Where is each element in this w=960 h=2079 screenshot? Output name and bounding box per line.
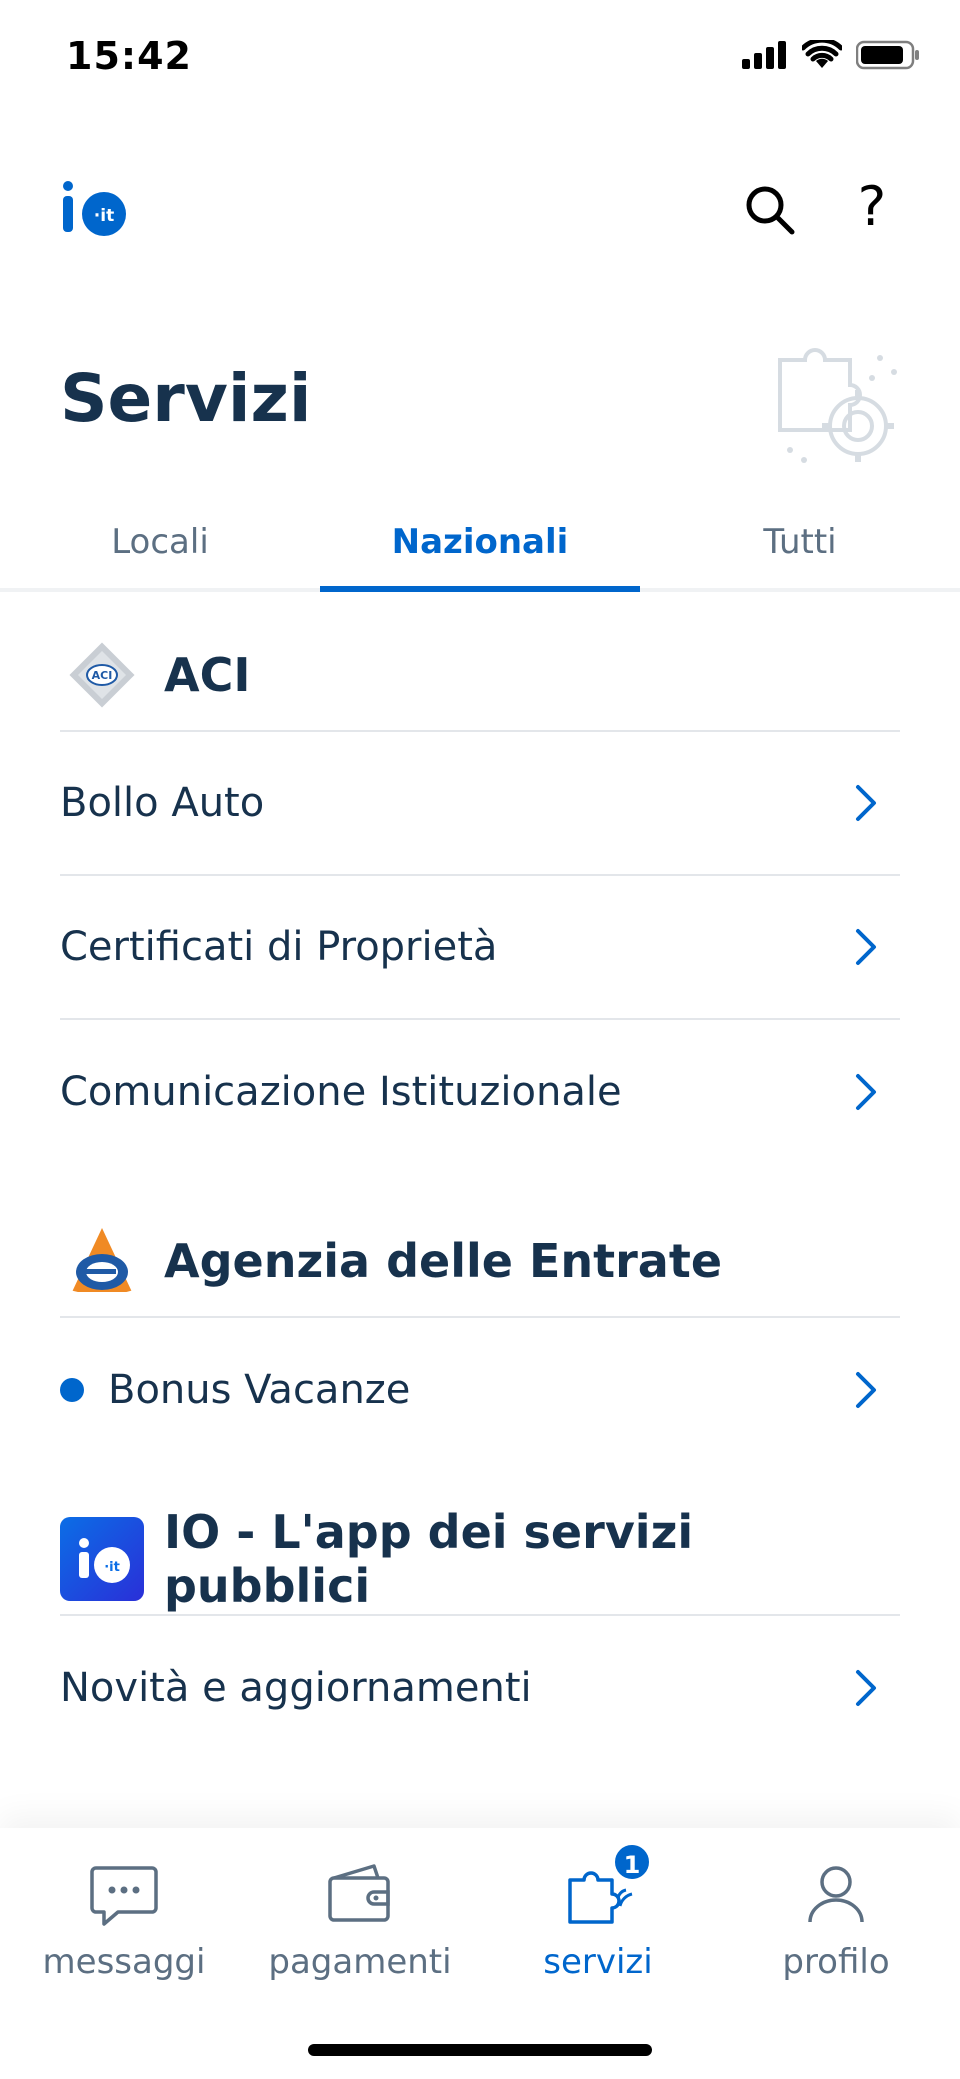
page-title: Servizi — [60, 360, 312, 437]
service-novita-aggiornamenti[interactable]: Novità e aggiornamenti — [60, 1616, 900, 1760]
status-icons — [742, 40, 920, 70]
tabbar-label: servizi — [543, 1942, 653, 1982]
org-header-agenzia-entrate: Agenzia delle Entrate — [60, 1206, 900, 1318]
tabbar-messaggi[interactable]: messaggi — [4, 1858, 244, 1982]
puzzle-icon: 1 — [562, 1842, 652, 1930]
tabbar-label: profilo — [782, 1942, 890, 1982]
tab-locali[interactable]: Locali — [0, 500, 320, 588]
battery-icon — [856, 40, 919, 70]
chevron-right-icon — [846, 1663, 886, 1713]
tabbar-profilo[interactable]: profilo — [716, 1858, 956, 1982]
org-header-io: ·it IO - L'app dei servizi pubblici — [60, 1504, 900, 1616]
service-label: Comunicazione Istituzionale — [60, 1069, 622, 1115]
aci-logo: ACI — [60, 633, 144, 717]
services-illustration — [770, 340, 910, 470]
status-time: 15:42 — [66, 34, 192, 78]
io-logo[interactable]: ·it — [60, 180, 126, 236]
chevron-right-icon — [846, 1365, 886, 1415]
signal-icon — [742, 41, 786, 69]
notification-badge: 1 — [612, 1842, 652, 1882]
chevron-right-icon — [846, 1067, 886, 1117]
tab-nazionali[interactable]: Nazionali — [320, 500, 640, 592]
unread-dot — [60, 1378, 84, 1402]
service-label: Bollo Auto — [60, 780, 265, 826]
wifi-icon — [802, 40, 842, 68]
svg-text:ACI: ACI — [92, 669, 113, 682]
service-tabs: Locali Nazionali Tutti — [0, 500, 960, 592]
chevron-right-icon — [846, 922, 886, 972]
help-button[interactable]: ? — [842, 172, 902, 242]
service-bonus-vacanze[interactable]: Bonus Vacanze — [60, 1318, 900, 1462]
app-header: ·it ? — [0, 160, 960, 260]
status-bar: 15:42 — [0, 0, 960, 120]
user-icon — [800, 1858, 872, 1930]
service-bollo-auto[interactable]: Bollo Auto — [60, 732, 900, 876]
services-list: ACI ACI Bollo Auto Certificati di Propri… — [60, 620, 900, 1760]
org-name-io: IO - L'app dei servizi pubblici — [164, 1505, 694, 1613]
tab-tutti[interactable]: Tutti — [640, 500, 960, 588]
service-label: Bonus Vacanze — [108, 1367, 411, 1413]
org-name-aci: ACI — [164, 648, 251, 702]
search-button[interactable] — [740, 180, 800, 240]
service-label: Certificati di Proprietà — [60, 924, 498, 970]
service-certificati-proprieta[interactable]: Certificati di Proprietà — [60, 876, 900, 1020]
service-label: Novità e aggiornamenti — [60, 1665, 532, 1711]
agenzia-entrate-logo — [60, 1219, 144, 1303]
tabbar-pagamenti[interactable]: pagamenti — [240, 1858, 480, 1982]
tabbar-label: pagamenti — [268, 1942, 452, 1982]
io-app-logo: ·it — [60, 1517, 144, 1601]
bottom-tab-bar: messaggi pagamenti 1 servizi profilo — [0, 1828, 960, 2079]
svg-text:·it: ·it — [94, 206, 114, 226]
org-name-agenzia-entrate: Agenzia delle Entrate — [164, 1234, 723, 1288]
home-indicator — [308, 2044, 652, 2056]
chevron-right-icon — [846, 778, 886, 828]
chat-icon — [88, 1858, 160, 1930]
org-header-aci: ACI ACI — [60, 620, 900, 732]
tabbar-label: messaggi — [42, 1942, 206, 1982]
wallet-icon — [324, 1858, 396, 1930]
tabbar-servizi[interactable]: 1 servizi — [478, 1842, 718, 1982]
service-comunicazione-istituzionale[interactable]: Comunicazione Istituzionale — [60, 1020, 900, 1164]
search-icon — [746, 186, 795, 235]
svg-text:·it: ·it — [104, 1560, 120, 1575]
